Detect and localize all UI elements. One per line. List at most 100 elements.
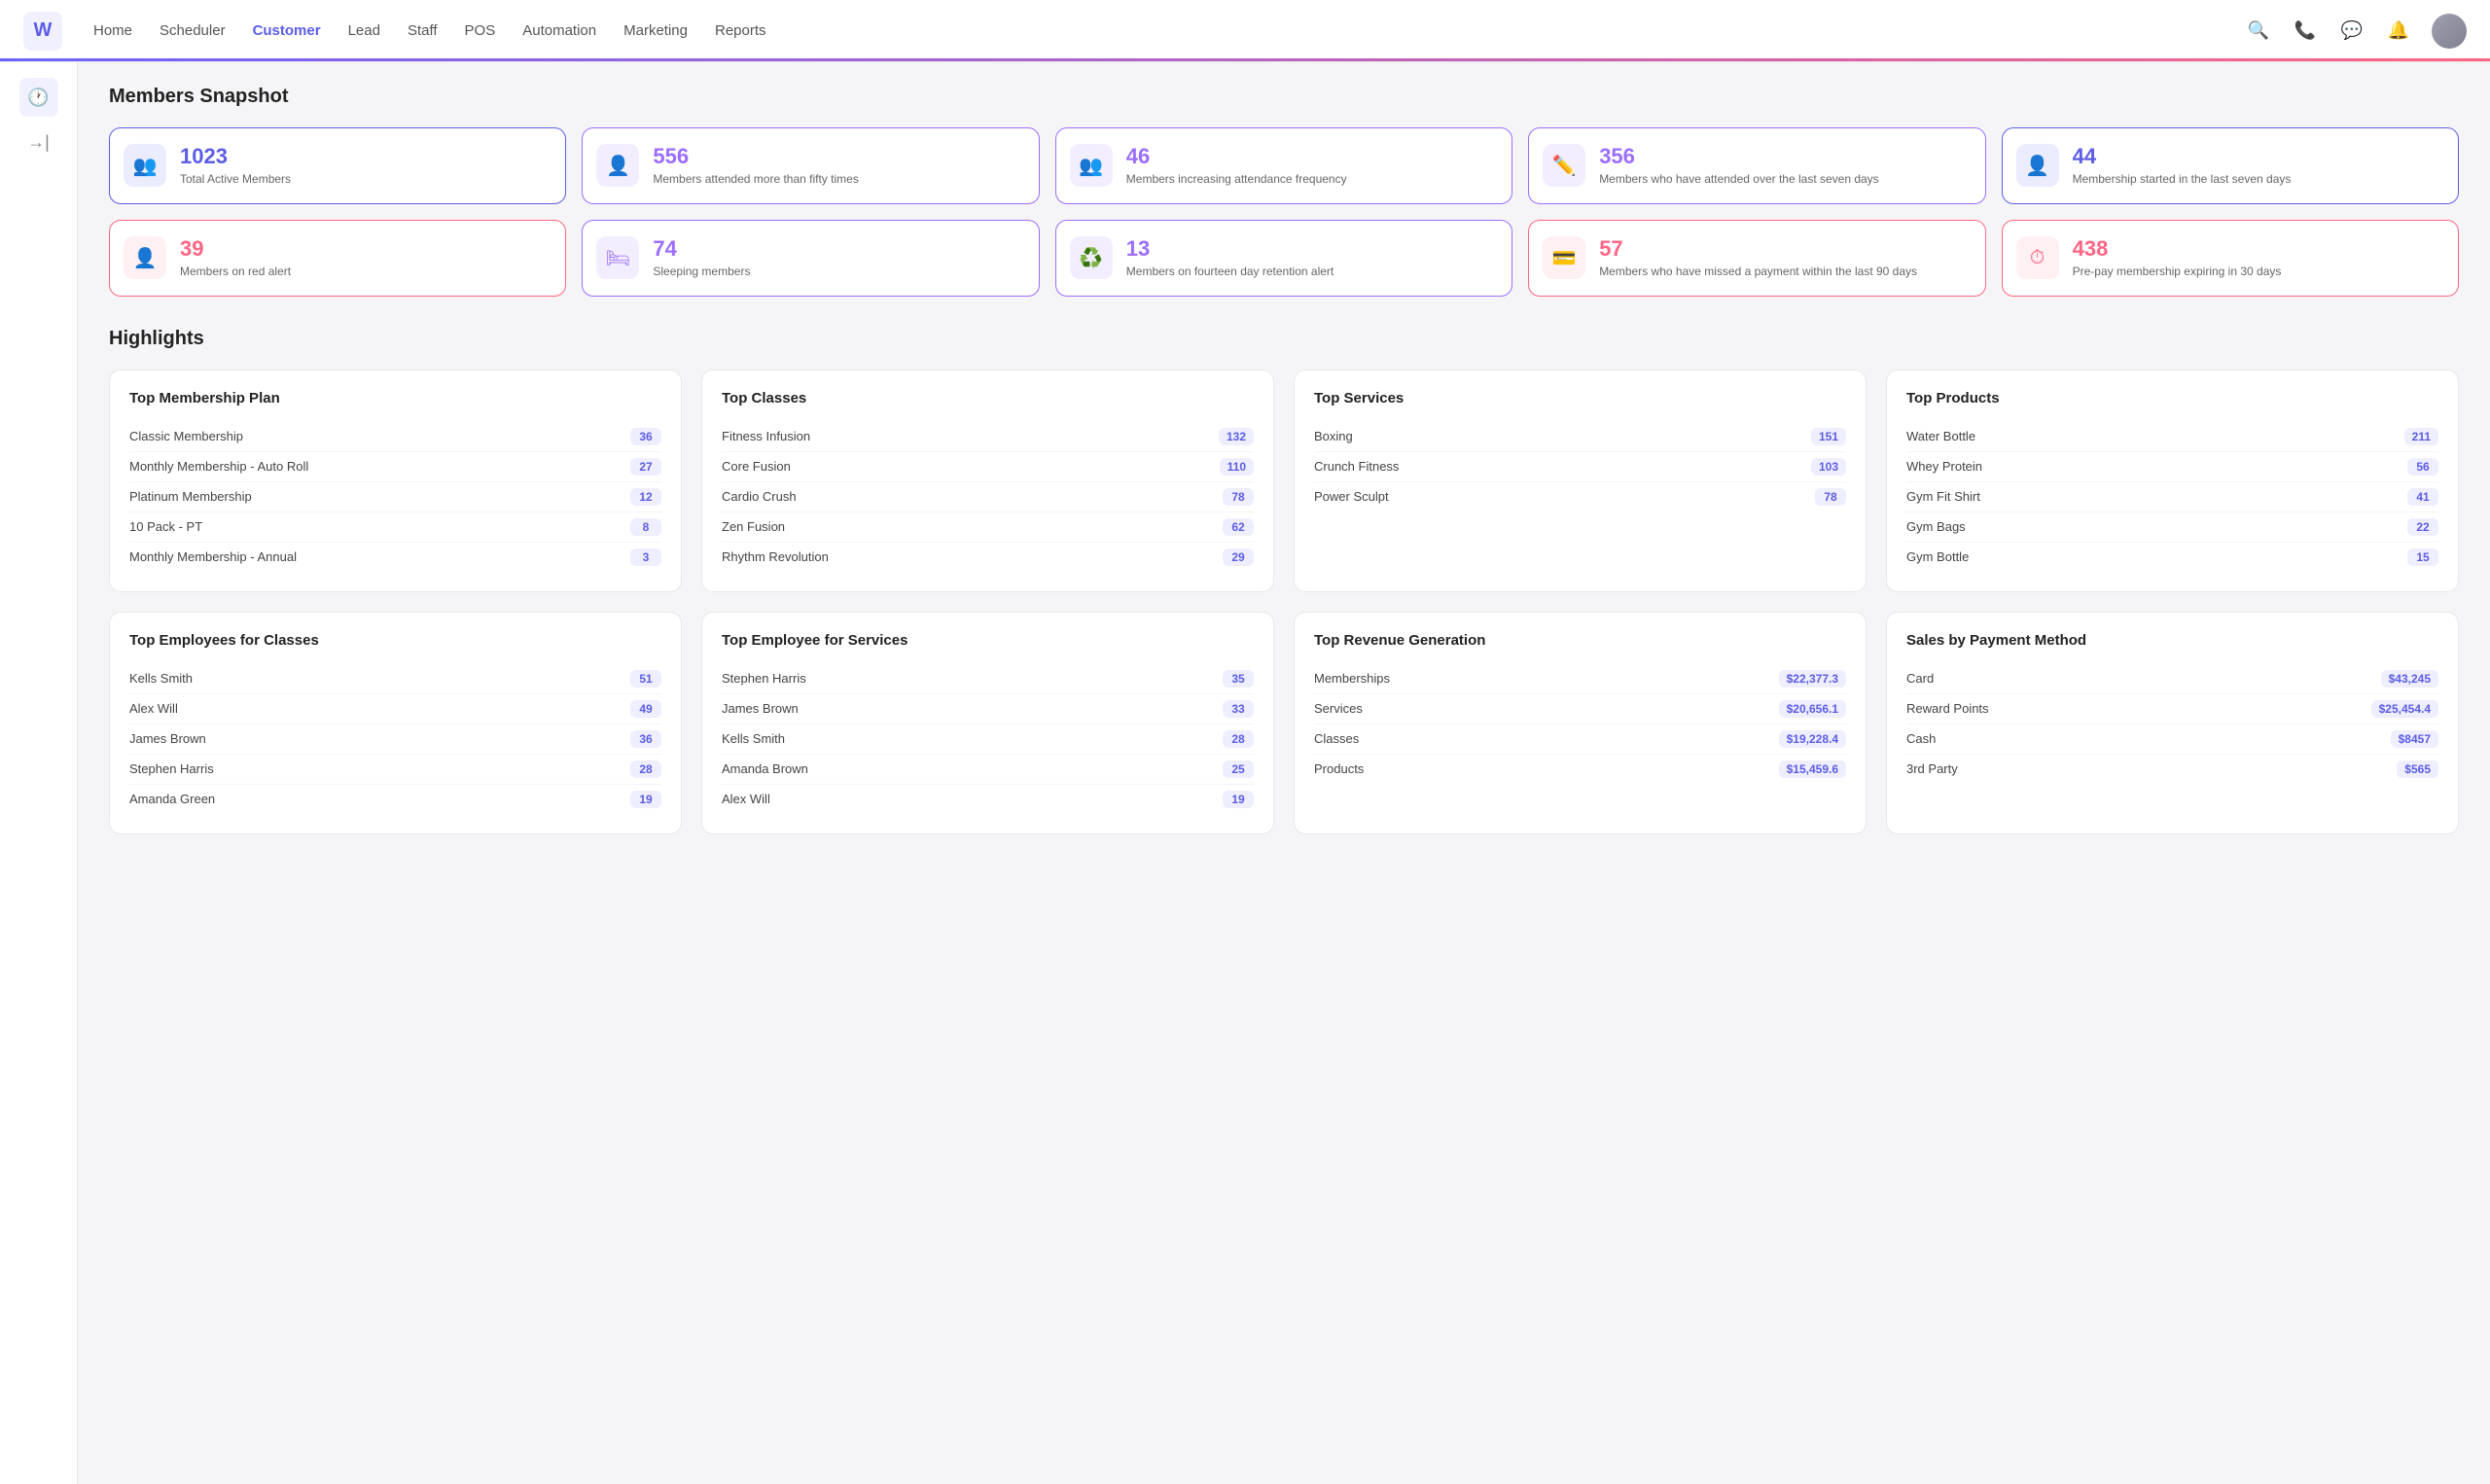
snap-card-prepay-expiring[interactable]: ⏱ 438 Pre-pay membership expiring in 30 … (2002, 220, 2459, 297)
snap-card-total-active[interactable]: 👥 1023 Total Active Members (109, 127, 566, 204)
highlight-item-value: 29 (1223, 548, 1254, 566)
highlight-item-value: 49 (630, 700, 661, 718)
highlight-row[interactable]: Gym Fit Shirt 41 (1906, 482, 2438, 512)
snap-card-red-alert[interactable]: 👤 39 Members on red alert (109, 220, 566, 297)
phone-icon[interactable]: 📞 (2292, 18, 2319, 45)
snap-card-new-members[interactable]: 👤 44 Membership started in the last seve… (2002, 127, 2459, 204)
highlight-row[interactable]: Gym Bags 22 (1906, 512, 2438, 543)
notification-icon[interactable]: 🔔 (2385, 18, 2412, 45)
highlight-row[interactable]: Platinum Membership 12 (129, 482, 661, 512)
highlight-row[interactable]: Fitness Infusion 132 (722, 422, 1254, 452)
snap-text-attended-50: 556 Members attended more than fifty tim… (653, 144, 858, 188)
highlight-row[interactable]: Memberships $22,377.3 (1314, 664, 1846, 694)
highlight-item-value: 132 (1219, 428, 1254, 445)
snap-card-14-day[interactable]: ♻️ 13 Members on fourteen day retention … (1055, 220, 1512, 297)
nav-reports[interactable]: Reports (715, 22, 766, 39)
highlight-row[interactable]: James Brown 36 (129, 724, 661, 755)
snap-number-14-day: 13 (1126, 236, 1334, 262)
highlight-item-name: Crunch Fitness (1314, 459, 1399, 474)
app-logo[interactable]: W (23, 12, 62, 51)
highlight-row[interactable]: Crunch Fitness 103 (1314, 452, 1846, 482)
highlight-row[interactable]: Gym Bottle 15 (1906, 543, 2438, 572)
snap-text-total-active: 1023 Total Active Members (180, 144, 291, 188)
sidebar-collapse-icon[interactable]: →| (27, 132, 50, 153)
snapshot-title: Members Snapshot (109, 86, 2459, 108)
highlight-row[interactable]: Stephen Harris 35 (722, 664, 1254, 694)
highlight-item-name: Gym Bags (1906, 519, 1966, 534)
highlight-row[interactable]: Classes $19,228.4 (1314, 724, 1846, 755)
user-avatar[interactable] (2432, 14, 2467, 49)
highlight-item-value: 3 (630, 548, 661, 566)
highlight-row[interactable]: Kells Smith 28 (722, 724, 1254, 755)
highlight-item-value: 33 (1223, 700, 1254, 718)
snapshot-section: Members Snapshot 👥 1023 Total Active Mem… (109, 86, 2459, 297)
nav-lead[interactable]: Lead (348, 22, 380, 39)
highlight-row[interactable]: Power Sculpt 78 (1314, 482, 1846, 512)
highlight-row[interactable]: Stephen Harris 28 (129, 755, 661, 785)
nav-scheduler[interactable]: Scheduler (160, 22, 226, 39)
highlight-item-name: Rhythm Revolution (722, 549, 829, 564)
highlight-item-value: 35 (1223, 670, 1254, 688)
highlight-row[interactable]: Boxing 151 (1314, 422, 1846, 452)
highlight-row[interactable]: Services $20,656.1 (1314, 694, 1846, 724)
highlight-row[interactable]: 10 Pack - PT 8 (129, 512, 661, 543)
highlight-row[interactable]: Whey Protein 56 (1906, 452, 2438, 482)
highlight-item-value: 41 (2407, 488, 2438, 506)
highlight-row[interactable]: Classic Membership 36 (129, 422, 661, 452)
highlight-row[interactable]: Alex Will 19 (722, 785, 1254, 814)
highlight-row[interactable]: Water Bottle 211 (1906, 422, 2438, 452)
nav-automation[interactable]: Automation (522, 22, 596, 39)
sidebar-clock-icon[interactable]: 🕐 (19, 78, 58, 117)
snap-card-missed-payment[interactable]: 💳 57 Members who have missed a payment w… (1528, 220, 1985, 297)
whatsapp-icon[interactable]: 💬 (2338, 18, 2366, 45)
highlight-row[interactable]: Monthly Membership - Annual 3 (129, 543, 661, 572)
search-icon[interactable]: 🔍 (2245, 18, 2272, 45)
highlight-row[interactable]: Reward Points $25,454.4 (1906, 694, 2438, 724)
highlight-item-name: Gym Bottle (1906, 549, 1969, 564)
highlight-row[interactable]: Cardio Crush 78 (722, 482, 1254, 512)
highlight-row[interactable]: Zen Fusion 62 (722, 512, 1254, 543)
highlight-row[interactable]: James Brown 33 (722, 694, 1254, 724)
highlight-item-value: 36 (630, 730, 661, 748)
nav-pos[interactable]: POS (465, 22, 496, 39)
snapshot-row-1: 👥 1023 Total Active Members 👤 556 Member… (109, 127, 2459, 204)
nav-staff[interactable]: Staff (408, 22, 438, 39)
highlight-row[interactable]: Kells Smith 51 (129, 664, 661, 694)
highlight-row[interactable]: Products $15,459.6 (1314, 755, 1846, 784)
snap-icon-attended-50: 👤 (596, 144, 639, 187)
navbar: W Home Scheduler Customer Lead Staff POS… (0, 0, 2490, 62)
highlight-row[interactable]: Amanda Green 19 (129, 785, 661, 814)
snap-card-attended-50[interactable]: 👤 556 Members attended more than fifty t… (582, 127, 1039, 204)
nav-home[interactable]: Home (93, 22, 132, 39)
highlight-row[interactable]: Monthly Membership - Auto Roll 27 (129, 452, 661, 482)
highlight-row[interactable]: Cash $8457 (1906, 724, 2438, 755)
snap-card-last-7-days[interactable]: ✏️ 356 Members who have attended over th… (1528, 127, 1985, 204)
nav-actions: 🔍 📞 💬 🔔 (2245, 14, 2467, 49)
highlight-item-value: 110 (1220, 458, 1254, 476)
highlight-item-value: 62 (1223, 518, 1254, 536)
highlight-row[interactable]: Core Fusion 110 (722, 452, 1254, 482)
highlight-title-sales-payment: Sales by Payment Method (1906, 632, 2438, 649)
highlight-row[interactable]: Alex Will 49 (129, 694, 661, 724)
highlight-item-name: Fitness Infusion (722, 429, 810, 443)
highlight-row[interactable]: 3rd Party $565 (1906, 755, 2438, 784)
highlights-title: Highlights (109, 328, 2459, 350)
snap-card-sleeping[interactable]: 🛏 74 Sleeping members (582, 220, 1039, 297)
highlight-item-value: 28 (630, 760, 661, 778)
snap-number-last-7-days: 356 (1599, 144, 1879, 169)
highlight-row[interactable]: Amanda Brown 25 (722, 755, 1254, 785)
highlight-item-name: Core Fusion (722, 459, 791, 474)
highlight-item-name: Cardio Crush (722, 489, 797, 504)
nav-customer[interactable]: Customer (253, 22, 321, 39)
snap-text-new-members: 44 Membership started in the last seven … (2073, 144, 2292, 188)
highlight-item-value: $20,656.1 (1779, 700, 1846, 718)
highlight-row[interactable]: Rhythm Revolution 29 (722, 543, 1254, 572)
nav-marketing[interactable]: Marketing (623, 22, 688, 39)
highlight-item-value: $25,454.4 (2371, 700, 2438, 718)
highlight-row[interactable]: Card $43,245 (1906, 664, 2438, 694)
snap-number-new-members: 44 (2073, 144, 2292, 169)
snap-number-total-active: 1023 (180, 144, 291, 169)
snap-icon-missed-payment: 💳 (1543, 236, 1585, 279)
highlight-item-name: Boxing (1314, 429, 1353, 443)
snap-card-increasing-freq[interactable]: 👥 46 Members increasing attendance frequ… (1055, 127, 1512, 204)
